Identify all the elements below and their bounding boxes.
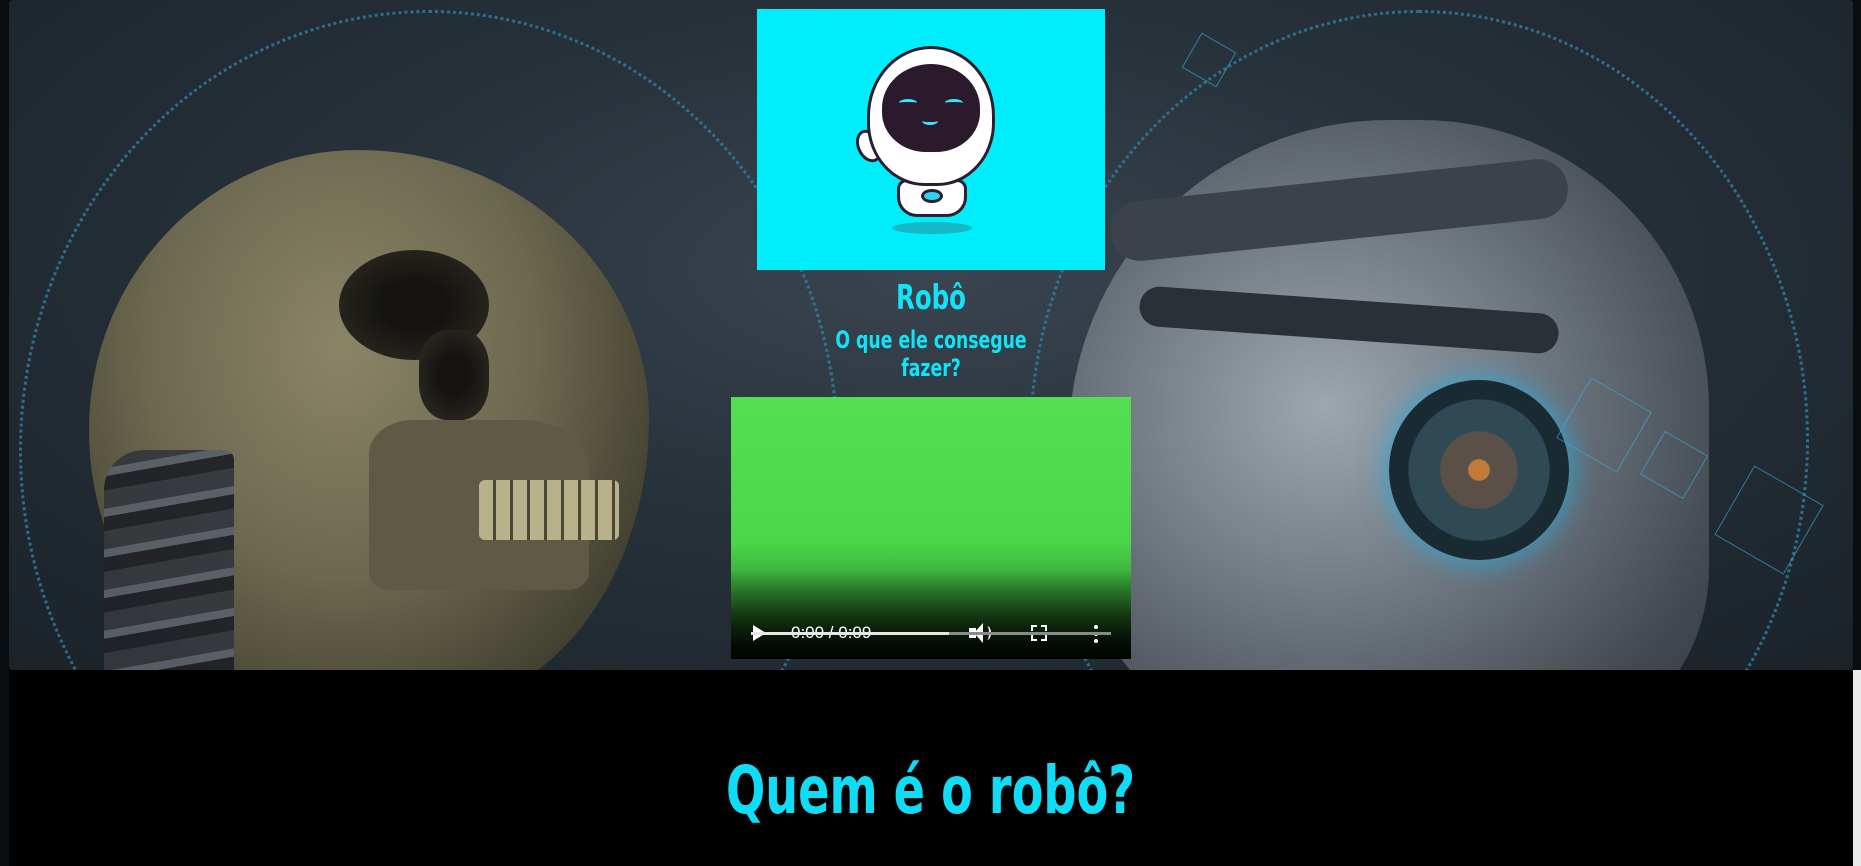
android-mechanical-eye <box>1389 380 1569 560</box>
about-section-title: Quem é o robô? <box>725 752 1136 829</box>
video-controls-bar: 0:00 / 0:09 <box>731 569 1131 659</box>
skull-nasal-cavity <box>419 330 489 420</box>
robot-visor <box>882 64 980 152</box>
video-player[interactable]: 0:00 / 0:09 <box>731 397 1131 659</box>
robot-shadow <box>892 222 972 234</box>
robot-poster-image <box>757 9 1105 270</box>
hero-title: Robô <box>895 278 967 318</box>
robot-core-light <box>921 189 943 203</box>
page-edge-strip <box>1853 670 1861 866</box>
video-progress-fill <box>751 632 949 635</box>
mechanical-hand-image <box>104 450 234 670</box>
skull-teeth <box>479 480 619 540</box>
astronaut-robot-illustration <box>757 9 1105 270</box>
robot-eye <box>899 99 917 107</box>
hero-subtitle: O que ele consegue fazer? <box>835 326 1027 382</box>
robot-smile <box>922 117 938 125</box>
robot-eye <box>945 99 963 107</box>
video-progress-bar[interactable] <box>751 632 1111 635</box>
